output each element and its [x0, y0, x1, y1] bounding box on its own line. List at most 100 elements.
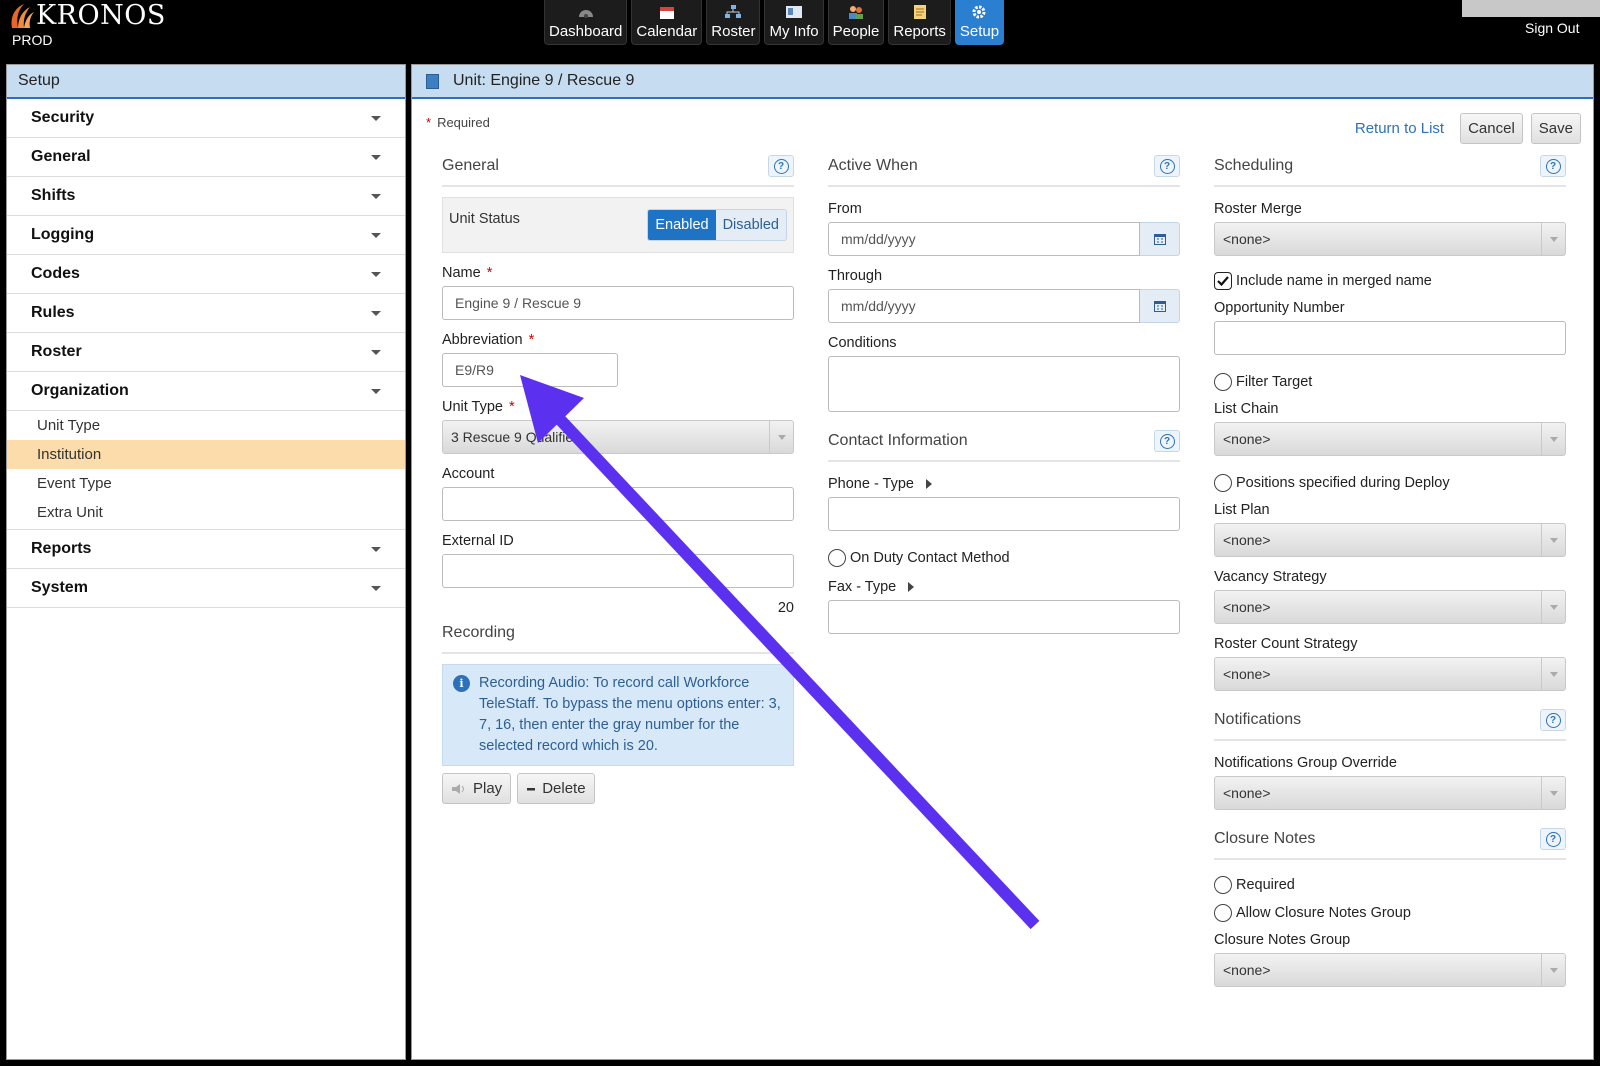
caret-down-icon — [371, 193, 381, 199]
save-button[interactable]: Save — [1530, 113, 1581, 144]
chevron-down-icon — [1541, 658, 1565, 690]
calendar-icon[interactable] — [1140, 289, 1180, 323]
nav-people[interactable]: People — [827, 0, 885, 45]
include-name-checkbox[interactable] — [1214, 272, 1232, 290]
opportunity-input[interactable] — [1214, 321, 1566, 355]
sidebar-item-organization[interactable]: Organization — [7, 372, 405, 411]
phone-type-label[interactable]: Phone - Type — [828, 476, 1180, 492]
user-box — [1462, 0, 1600, 17]
sidebar-subitem-unit-type[interactable]: Unit Type — [7, 411, 405, 440]
disabled-button[interactable]: Disabled — [715, 210, 786, 240]
roster-merge-select[interactable]: <none> — [1214, 222, 1566, 256]
nav-roster[interactable]: Roster — [706, 0, 761, 45]
closure-required-checkbox[interactable] — [1214, 876, 1232, 894]
account-label: Account — [442, 466, 495, 482]
gear-icon — [970, 4, 988, 20]
roster-count-select[interactable]: <none> — [1214, 657, 1566, 691]
chevron-down-icon — [1541, 223, 1565, 255]
general-section-title: General ? — [442, 153, 794, 187]
sidebar-item-roster[interactable]: Roster — [7, 333, 405, 372]
unit-status-box: Unit Status Enabled Disabled — [442, 197, 794, 253]
sidebar-subitem-institution[interactable]: Institution — [7, 440, 405, 469]
roster-merge-label: Roster Merge — [1214, 201, 1302, 217]
help-icon[interactable]: ? — [1540, 155, 1566, 177]
name-label: Name * — [442, 265, 493, 281]
external-id-label: External ID — [442, 533, 514, 549]
from-date-input[interactable]: mm/dd/yyyy — [828, 222, 1140, 256]
sidebar: Setup Security General Shifts Logging Co… — [6, 64, 406, 1060]
nav-label: Setup — [959, 23, 1000, 40]
external-id-input[interactable] — [442, 554, 794, 588]
sidebar-item-reports[interactable]: Reports — [7, 530, 405, 569]
phone-input[interactable] — [828, 497, 1180, 531]
caret-down-icon — [371, 388, 381, 394]
unit-status-label: Unit Status — [449, 211, 520, 227]
help-icon[interactable]: ? — [768, 155, 794, 177]
sidebar-item-rules[interactable]: Rules — [7, 294, 405, 333]
filter-target-checkbox[interactable] — [1214, 373, 1232, 391]
sidebar-item-label: Roster — [31, 343, 82, 360]
delete-button[interactable]: Delete — [517, 773, 595, 804]
enabled-button[interactable]: Enabled — [648, 210, 716, 240]
sidebar-item-system[interactable]: System — [7, 569, 405, 608]
sidebar-item-label: Rules — [31, 304, 75, 321]
reports-icon — [911, 4, 929, 20]
chevron-down-icon — [1541, 954, 1565, 986]
people-icon — [847, 4, 865, 20]
main-nav: Dashboard Calendar Roster My Info People… — [544, 0, 1005, 45]
cancel-button[interactable]: Cancel — [1460, 113, 1523, 144]
general-column: General ? Unit Status Enabled Disabled N… — [442, 153, 794, 804]
on-duty-checkbox[interactable] — [828, 549, 846, 567]
allow-closure-group-checkbox[interactable] — [1214, 904, 1232, 922]
active-when-section-title: Active When ? — [828, 153, 1180, 187]
my-info-icon — [785, 4, 803, 20]
sidebar-item-logging[interactable]: Logging — [7, 216, 405, 255]
through-date-input[interactable]: mm/dd/yyyy — [828, 289, 1140, 323]
fax-type-label[interactable]: Fax - Type — [828, 579, 1180, 595]
caret-down-icon — [371, 271, 381, 277]
nav-dashboard[interactable]: Dashboard — [544, 0, 628, 45]
account-input[interactable] — [442, 487, 794, 521]
nav-reports[interactable]: Reports — [888, 0, 951, 45]
recording-info-text: Recording Audio: To record call Workforc… — [479, 675, 781, 754]
abbreviation-label: Abbreviation * — [442, 332, 535, 348]
sign-out-link[interactable]: Sign Out — [1525, 20, 1579, 36]
help-icon[interactable]: ? — [1540, 709, 1566, 731]
environment-label: PROD — [12, 32, 53, 48]
through-label: Through — [828, 268, 883, 284]
help-icon[interactable]: ? — [1540, 828, 1566, 850]
help-icon[interactable]: ? — [1154, 155, 1180, 177]
closure-group-select[interactable]: <none> — [1214, 953, 1566, 987]
sidebar-item-general[interactable]: General — [7, 138, 405, 177]
return-to-list-link[interactable]: Return to List — [1355, 120, 1444, 137]
caret-down-icon — [371, 349, 381, 355]
conditions-input[interactable] — [828, 356, 1180, 412]
caret-down-icon — [371, 154, 381, 160]
notifications-group-select[interactable]: <none> — [1214, 776, 1566, 810]
caret-down-icon — [371, 585, 381, 591]
list-chain-select[interactable]: <none> — [1214, 422, 1566, 456]
fax-input[interactable] — [828, 600, 1180, 634]
unit-type-select[interactable]: 3 Rescue 9 Qualified — [442, 420, 794, 454]
calendar-icon[interactable] — [1140, 222, 1180, 256]
list-plan-select[interactable]: <none> — [1214, 523, 1566, 557]
nav-calendar[interactable]: Calendar — [631, 0, 703, 45]
sidebar-item-label: System — [31, 579, 88, 596]
sidebar-item-shifts[interactable]: Shifts — [7, 177, 405, 216]
vacancy-select[interactable]: <none> — [1214, 590, 1566, 624]
sidebar-item-security[interactable]: Security — [7, 99, 405, 138]
through-date: mm/dd/yyyy — [828, 289, 1180, 323]
play-button[interactable]: Play — [442, 773, 512, 804]
sidebar-title: Setup — [7, 65, 405, 99]
sidebar-item-label: Shifts — [31, 187, 76, 204]
abbreviation-input[interactable]: E9/R9 — [442, 353, 618, 387]
nav-setup[interactable]: Setup — [954, 0, 1005, 45]
name-input[interactable]: Engine 9 / Rescue 9 — [442, 286, 794, 320]
sidebar-subitem-event-type[interactable]: Event Type — [7, 469, 405, 498]
positions-checkbox[interactable] — [1214, 474, 1232, 492]
nav-my-info[interactable]: My Info — [764, 0, 824, 45]
help-icon[interactable]: ? — [1154, 430, 1180, 452]
sidebar-item-codes[interactable]: Codes — [7, 255, 405, 294]
sidebar-subitem-extra-unit[interactable]: Extra Unit — [7, 498, 405, 527]
brand-name: KRONOS — [36, 0, 166, 31]
